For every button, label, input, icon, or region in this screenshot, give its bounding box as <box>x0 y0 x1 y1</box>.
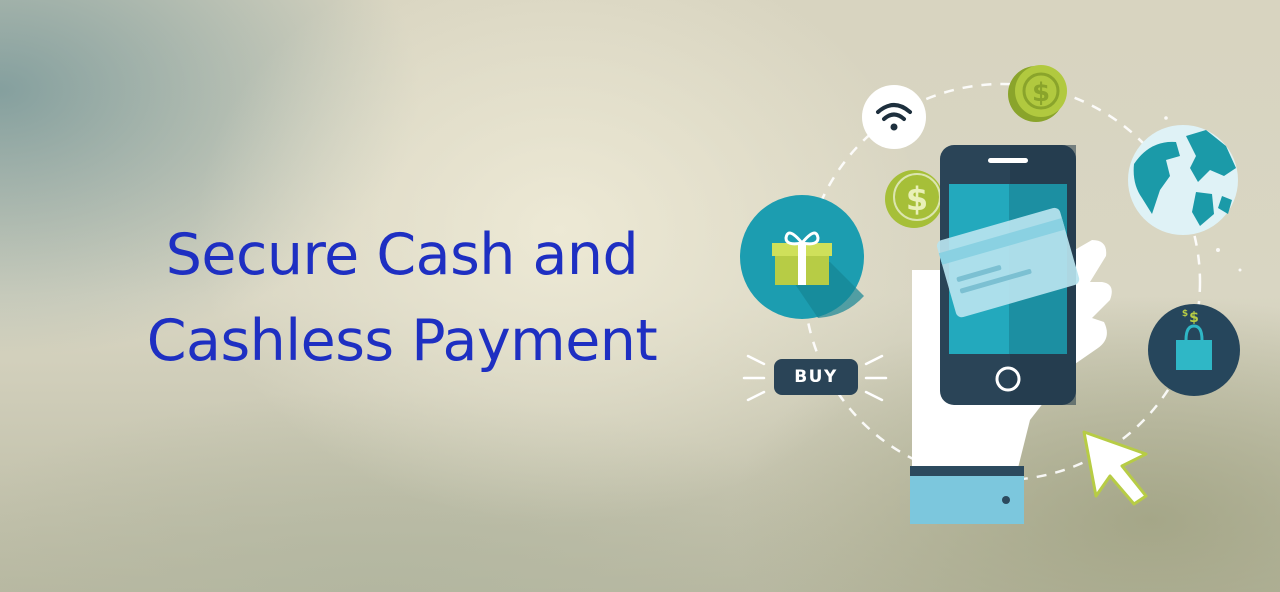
globe-icon <box>1128 125 1238 235</box>
wifi-icon <box>862 85 926 149</box>
hero-banner: Secure Cash and Cashless Payment $ $ $ $… <box>0 0 1280 592</box>
buy-button[interactable]: BUY <box>774 359 858 395</box>
dollar-coin-icon: $ <box>1008 65 1067 122</box>
gift-icon <box>740 195 864 319</box>
shopping-bag-icon: $ $ <box>1148 304 1240 396</box>
dollar-coin-icon: $ <box>885 170 943 228</box>
payment-illustration: $ $ $ $ <box>740 65 1242 524</box>
buy-button-label: BUY <box>794 367 838 387</box>
svg-text:$: $ <box>1032 78 1050 108</box>
svg-text:$: $ <box>1182 309 1188 319</box>
svg-text:$: $ <box>1189 310 1199 326</box>
cursor-icon <box>1082 430 1148 506</box>
svg-text:$: $ <box>906 180 928 218</box>
